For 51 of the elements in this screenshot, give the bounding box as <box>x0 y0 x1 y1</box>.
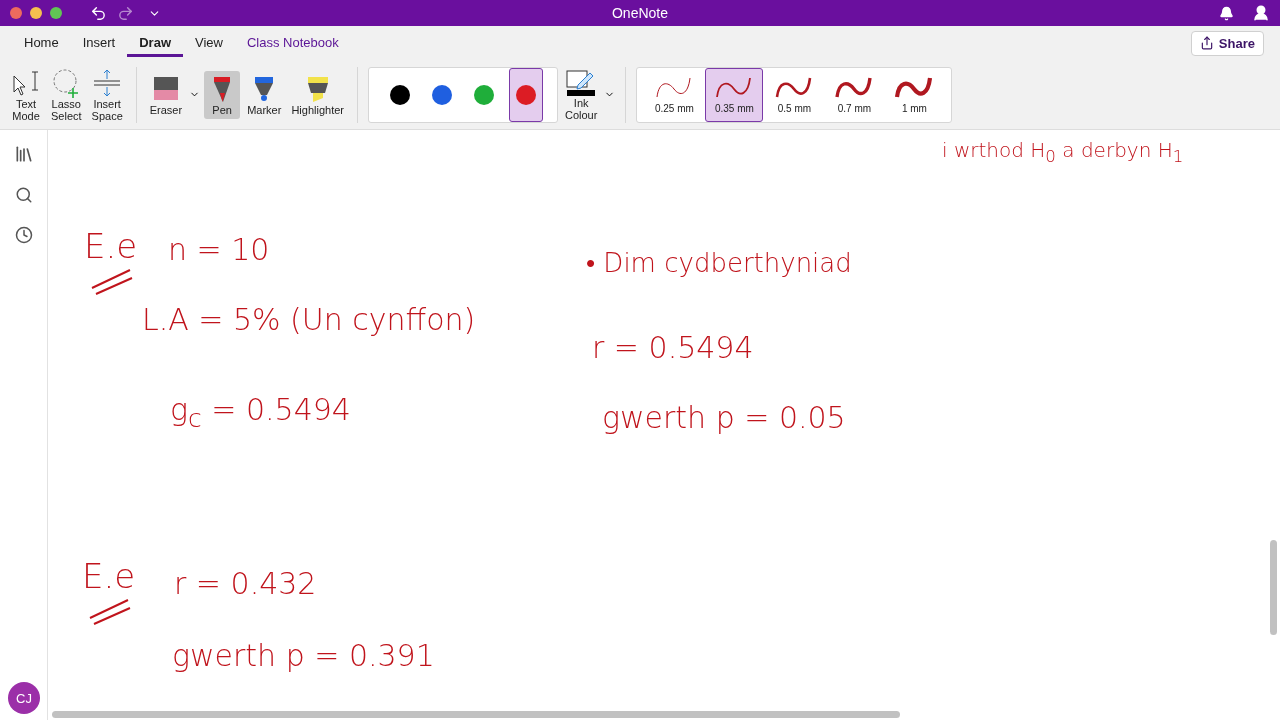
bell-icon[interactable] <box>1219 5 1234 21</box>
tool-button[interactable]: Text Mode <box>8 64 44 125</box>
colour-swatch[interactable] <box>509 67 543 122</box>
double-underline-icon <box>88 598 132 626</box>
ribbon-tab[interactable]: View <box>183 29 235 57</box>
ribbon-tab[interactable]: Class Notebook <box>234 29 351 57</box>
tool-button[interactable]: Highlighter <box>288 70 347 119</box>
insert-space-icon <box>92 67 123 98</box>
ink-text: r = 0.432 <box>174 566 317 601</box>
thickness-option[interactable]: 0.7 mm <box>825 67 884 122</box>
ink-heading: E.e <box>84 226 138 266</box>
ink-colour-button[interactable]: Ink Colour <box>562 65 601 124</box>
person-icon[interactable] <box>1252 4 1270 22</box>
close-button[interactable] <box>10 7 22 19</box>
tool-button[interactable]: Lasso Select <box>48 64 85 125</box>
thickness-option[interactable]: 0.35 mm <box>705 67 764 122</box>
ink-text: L.A = 5% (Un cynffon) <box>142 302 476 337</box>
vertical-scrollbar[interactable] <box>1270 540 1277 635</box>
minimize-button[interactable] <box>30 7 42 19</box>
ink-text: i wrthod H$_{0}$ a derbyn H$_{1}$ <box>942 138 1184 166</box>
recent-icon[interactable] <box>14 226 33 244</box>
redo-icon[interactable] <box>117 4 134 22</box>
thickness-option[interactable]: 0.5 mm <box>765 67 824 122</box>
ink-text: gwerth p = 0.391 <box>172 638 435 673</box>
thickness-option[interactable]: 1 mm <box>885 67 944 122</box>
tool-button[interactable]: Insert Space <box>88 64 126 125</box>
undo-icon[interactable] <box>90 4 107 22</box>
tool-button[interactable]: Pen <box>204 70 241 119</box>
ink-text: gwerth p = 0.05 <box>602 400 846 435</box>
share-button[interactable]: Share <box>1190 30 1264 56</box>
ink-text: r = 0.5494 <box>592 330 754 365</box>
user-avatar[interactable]: CJ <box>8 682 40 714</box>
horizontal-scrollbar[interactable] <box>52 711 900 718</box>
ink-text: • Dim cydberthyniad <box>586 248 852 279</box>
ribbon-tab[interactable]: Home <box>12 29 71 57</box>
ribbon-tab[interactable]: Draw <box>127 29 183 57</box>
ink-text: g$_{c}$ = 0.5494 <box>170 392 351 433</box>
zoom-button[interactable] <box>50 7 62 19</box>
thickness-option[interactable]: 0.25 mm <box>645 67 704 122</box>
stroke-icon <box>894 75 935 99</box>
stroke-icon <box>834 75 875 99</box>
double-underline-icon <box>90 268 134 296</box>
share-icon <box>1199 36 1214 50</box>
ink-text: n = 10 <box>168 232 270 267</box>
tool-button[interactable]: Marker <box>244 70 285 119</box>
search-icon[interactable] <box>14 186 33 204</box>
ribbon-tab[interactable]: Insert <box>70 29 128 57</box>
tool-button[interactable]: Eraser <box>146 70 186 119</box>
pencil-icon <box>566 68 597 97</box>
window-title: OneNote <box>612 5 668 21</box>
ink-heading: E.e <box>82 556 136 596</box>
